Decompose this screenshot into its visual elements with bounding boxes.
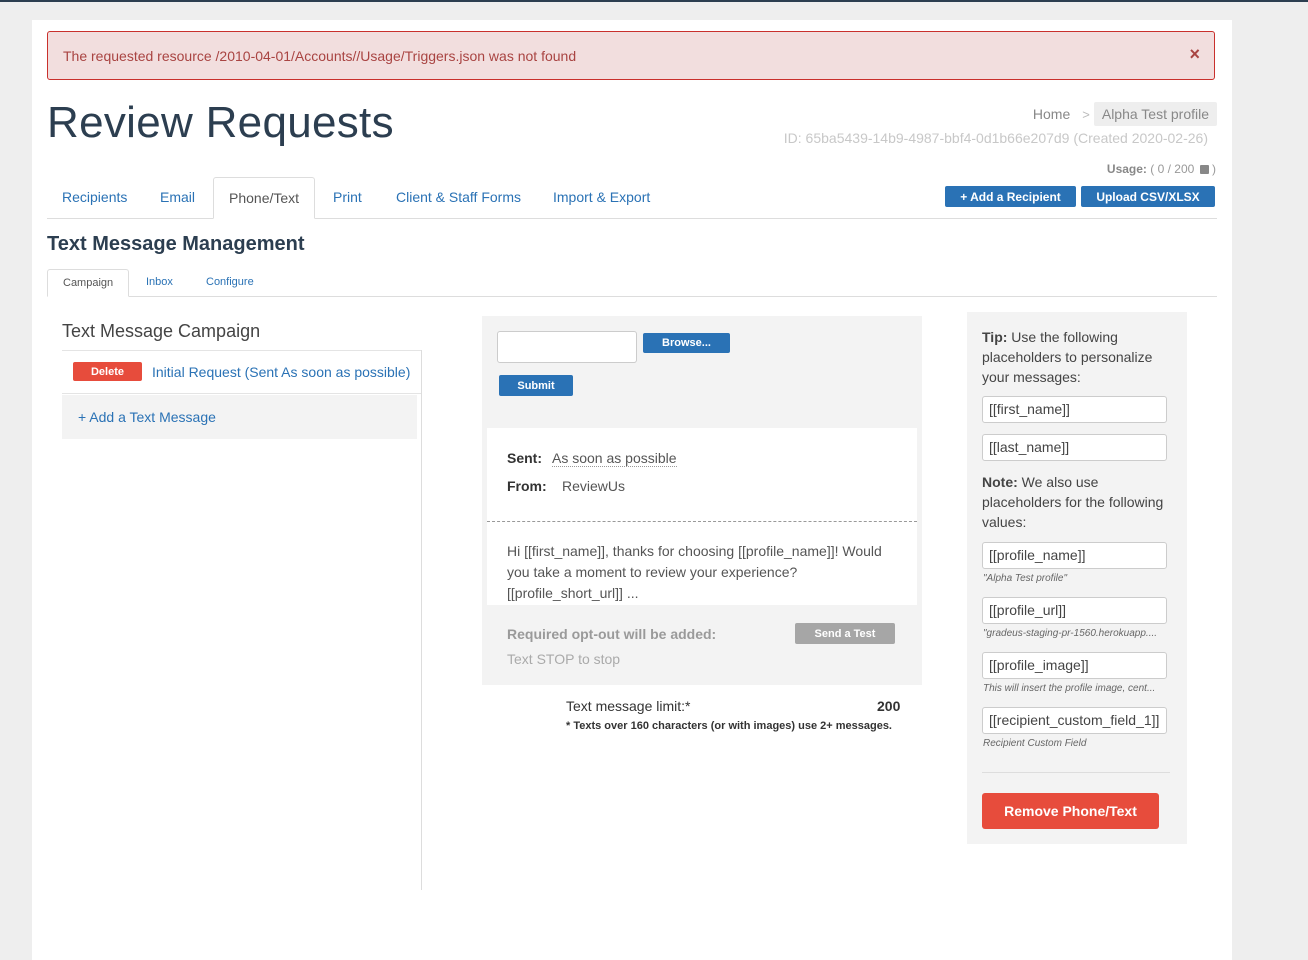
placeholder-profile-url[interactable]: [[profile_url]] xyxy=(982,597,1167,624)
error-alert: The requested resource /2010-04-01/Accou… xyxy=(47,31,1215,80)
tip-bold: Tip: xyxy=(982,329,1008,345)
optout-text: Text STOP to stop xyxy=(507,651,621,667)
close-icon[interactable]: × xyxy=(1189,44,1200,65)
from-label: From: xyxy=(507,478,547,494)
sent-value[interactable]: As soon as possible xyxy=(552,450,677,467)
add-recipient-button[interactable]: + Add a Recipient xyxy=(945,186,1076,207)
tab-client-staff-forms[interactable]: Client & Staff Forms xyxy=(381,177,536,218)
sub-tabs: Campaign Inbox Configure xyxy=(47,269,1217,297)
tab-import-export[interactable]: Import & Export xyxy=(538,177,665,218)
tip-body: Use the following placeholders to person… xyxy=(982,329,1153,385)
page-title: Review Requests xyxy=(47,98,394,147)
usage-indicator: Usage: ( 0 / 200 ) xyxy=(1107,162,1216,176)
limit-note: * Texts over 160 characters (or with ima… xyxy=(566,720,892,732)
subtab-campaign[interactable]: Campaign xyxy=(47,269,130,297)
breadcrumb-home[interactable]: Home xyxy=(1025,102,1078,126)
file-input[interactable] xyxy=(497,331,637,363)
note-text: Note: We also use placeholders for the f… xyxy=(982,472,1167,532)
placeholder-custom-field[interactable]: [[recipient_custom_field_1]] xyxy=(982,707,1167,734)
usage-close: ) xyxy=(1212,162,1216,176)
usage-label: Usage: xyxy=(1106,162,1147,176)
custom-field-caption: Recipient Custom Field xyxy=(983,738,1087,749)
limit-value: 200 xyxy=(877,698,901,714)
placeholder-profile-name[interactable]: [[profile_name]] xyxy=(982,542,1167,569)
placeholder-profile-image[interactable]: [[profile_image]] xyxy=(982,652,1167,679)
remove-phone-text-button[interactable]: Remove Phone/Text xyxy=(982,793,1159,829)
main-card: The requested resource /2010-04-01/Accou… xyxy=(32,20,1232,960)
usage-open: ( xyxy=(1150,162,1155,176)
note-bold: Note: xyxy=(982,474,1018,490)
message-editor: Browse... Submit Sent: As soon as possib… xyxy=(482,316,922,685)
upload-csv-button[interactable]: Upload CSV/XLSX xyxy=(1081,186,1215,207)
tab-phone-text[interactable]: Phone/Text xyxy=(213,177,316,219)
campaign-list: Delete Initial Request (Sent As soon as … xyxy=(62,350,422,890)
message-body: Hi [[first_name]], thanks for choosing [… xyxy=(507,543,882,601)
breadcrumb: Home > Alpha Test profile xyxy=(1025,102,1217,126)
send-test-button[interactable]: Send a Test xyxy=(795,623,895,644)
subtab-configure[interactable]: Configure xyxy=(191,269,269,296)
chevron-right-icon: > xyxy=(1082,106,1090,122)
alert-message: The requested resource /2010-04-01/Accou… xyxy=(63,48,577,64)
browse-button[interactable]: Browse... xyxy=(643,333,730,353)
tip-text: Tip: Use the following placeholders to p… xyxy=(982,327,1167,387)
optout-label: Required opt-out will be added: xyxy=(507,626,717,642)
delete-button[interactable]: Delete xyxy=(73,362,142,381)
section-title: Text Message Management xyxy=(47,233,305,255)
top-border xyxy=(0,0,1308,2)
profile-image-caption: This will insert the profile image, cent… xyxy=(983,683,1156,694)
profile-name-caption: "Alpha Test profile" xyxy=(983,573,1067,584)
tab-print[interactable]: Print xyxy=(318,177,377,218)
message-link[interactable]: Initial Request (Sent As soon as possibl… xyxy=(152,364,410,380)
tab-email[interactable]: Email xyxy=(145,177,210,218)
submit-button[interactable]: Submit xyxy=(499,375,573,396)
message-preview: Sent: As soon as possible From: ReviewUs… xyxy=(487,428,917,605)
sent-label: Sent: xyxy=(507,450,542,466)
breadcrumb-current: Alpha Test profile xyxy=(1093,102,1217,126)
usage-value: 0 / 200 xyxy=(1157,162,1195,176)
divider xyxy=(982,772,1170,773)
profile-id: ID: 65ba5439-14b9-4987-bbf4-0d1b66e207d9… xyxy=(783,130,1208,146)
divider xyxy=(487,521,917,522)
placeholder-panel: Tip: Use the following placeholders to p… xyxy=(967,312,1187,844)
edit-icon[interactable] xyxy=(1199,165,1209,174)
profile-url-caption: "gradeus-staging-pr-1560.herokuapp.... xyxy=(983,628,1158,639)
tab-recipients[interactable]: Recipients xyxy=(47,177,142,218)
campaign-title: Text Message Campaign xyxy=(62,321,261,341)
subtab-inbox[interactable]: Inbox xyxy=(131,269,188,296)
add-message-row: + Add a Text Message xyxy=(62,395,417,439)
list-item: Delete Initial Request (Sent As soon as … xyxy=(62,350,421,394)
from-value: ReviewUs xyxy=(562,478,626,494)
placeholder-first-name[interactable]: [[first_name]] xyxy=(982,396,1167,423)
limit-label: Text message limit:* xyxy=(566,698,691,714)
placeholder-last-name[interactable]: [[last_name]] xyxy=(982,434,1167,461)
add-text-message-link[interactable]: + Add a Text Message xyxy=(78,409,216,425)
